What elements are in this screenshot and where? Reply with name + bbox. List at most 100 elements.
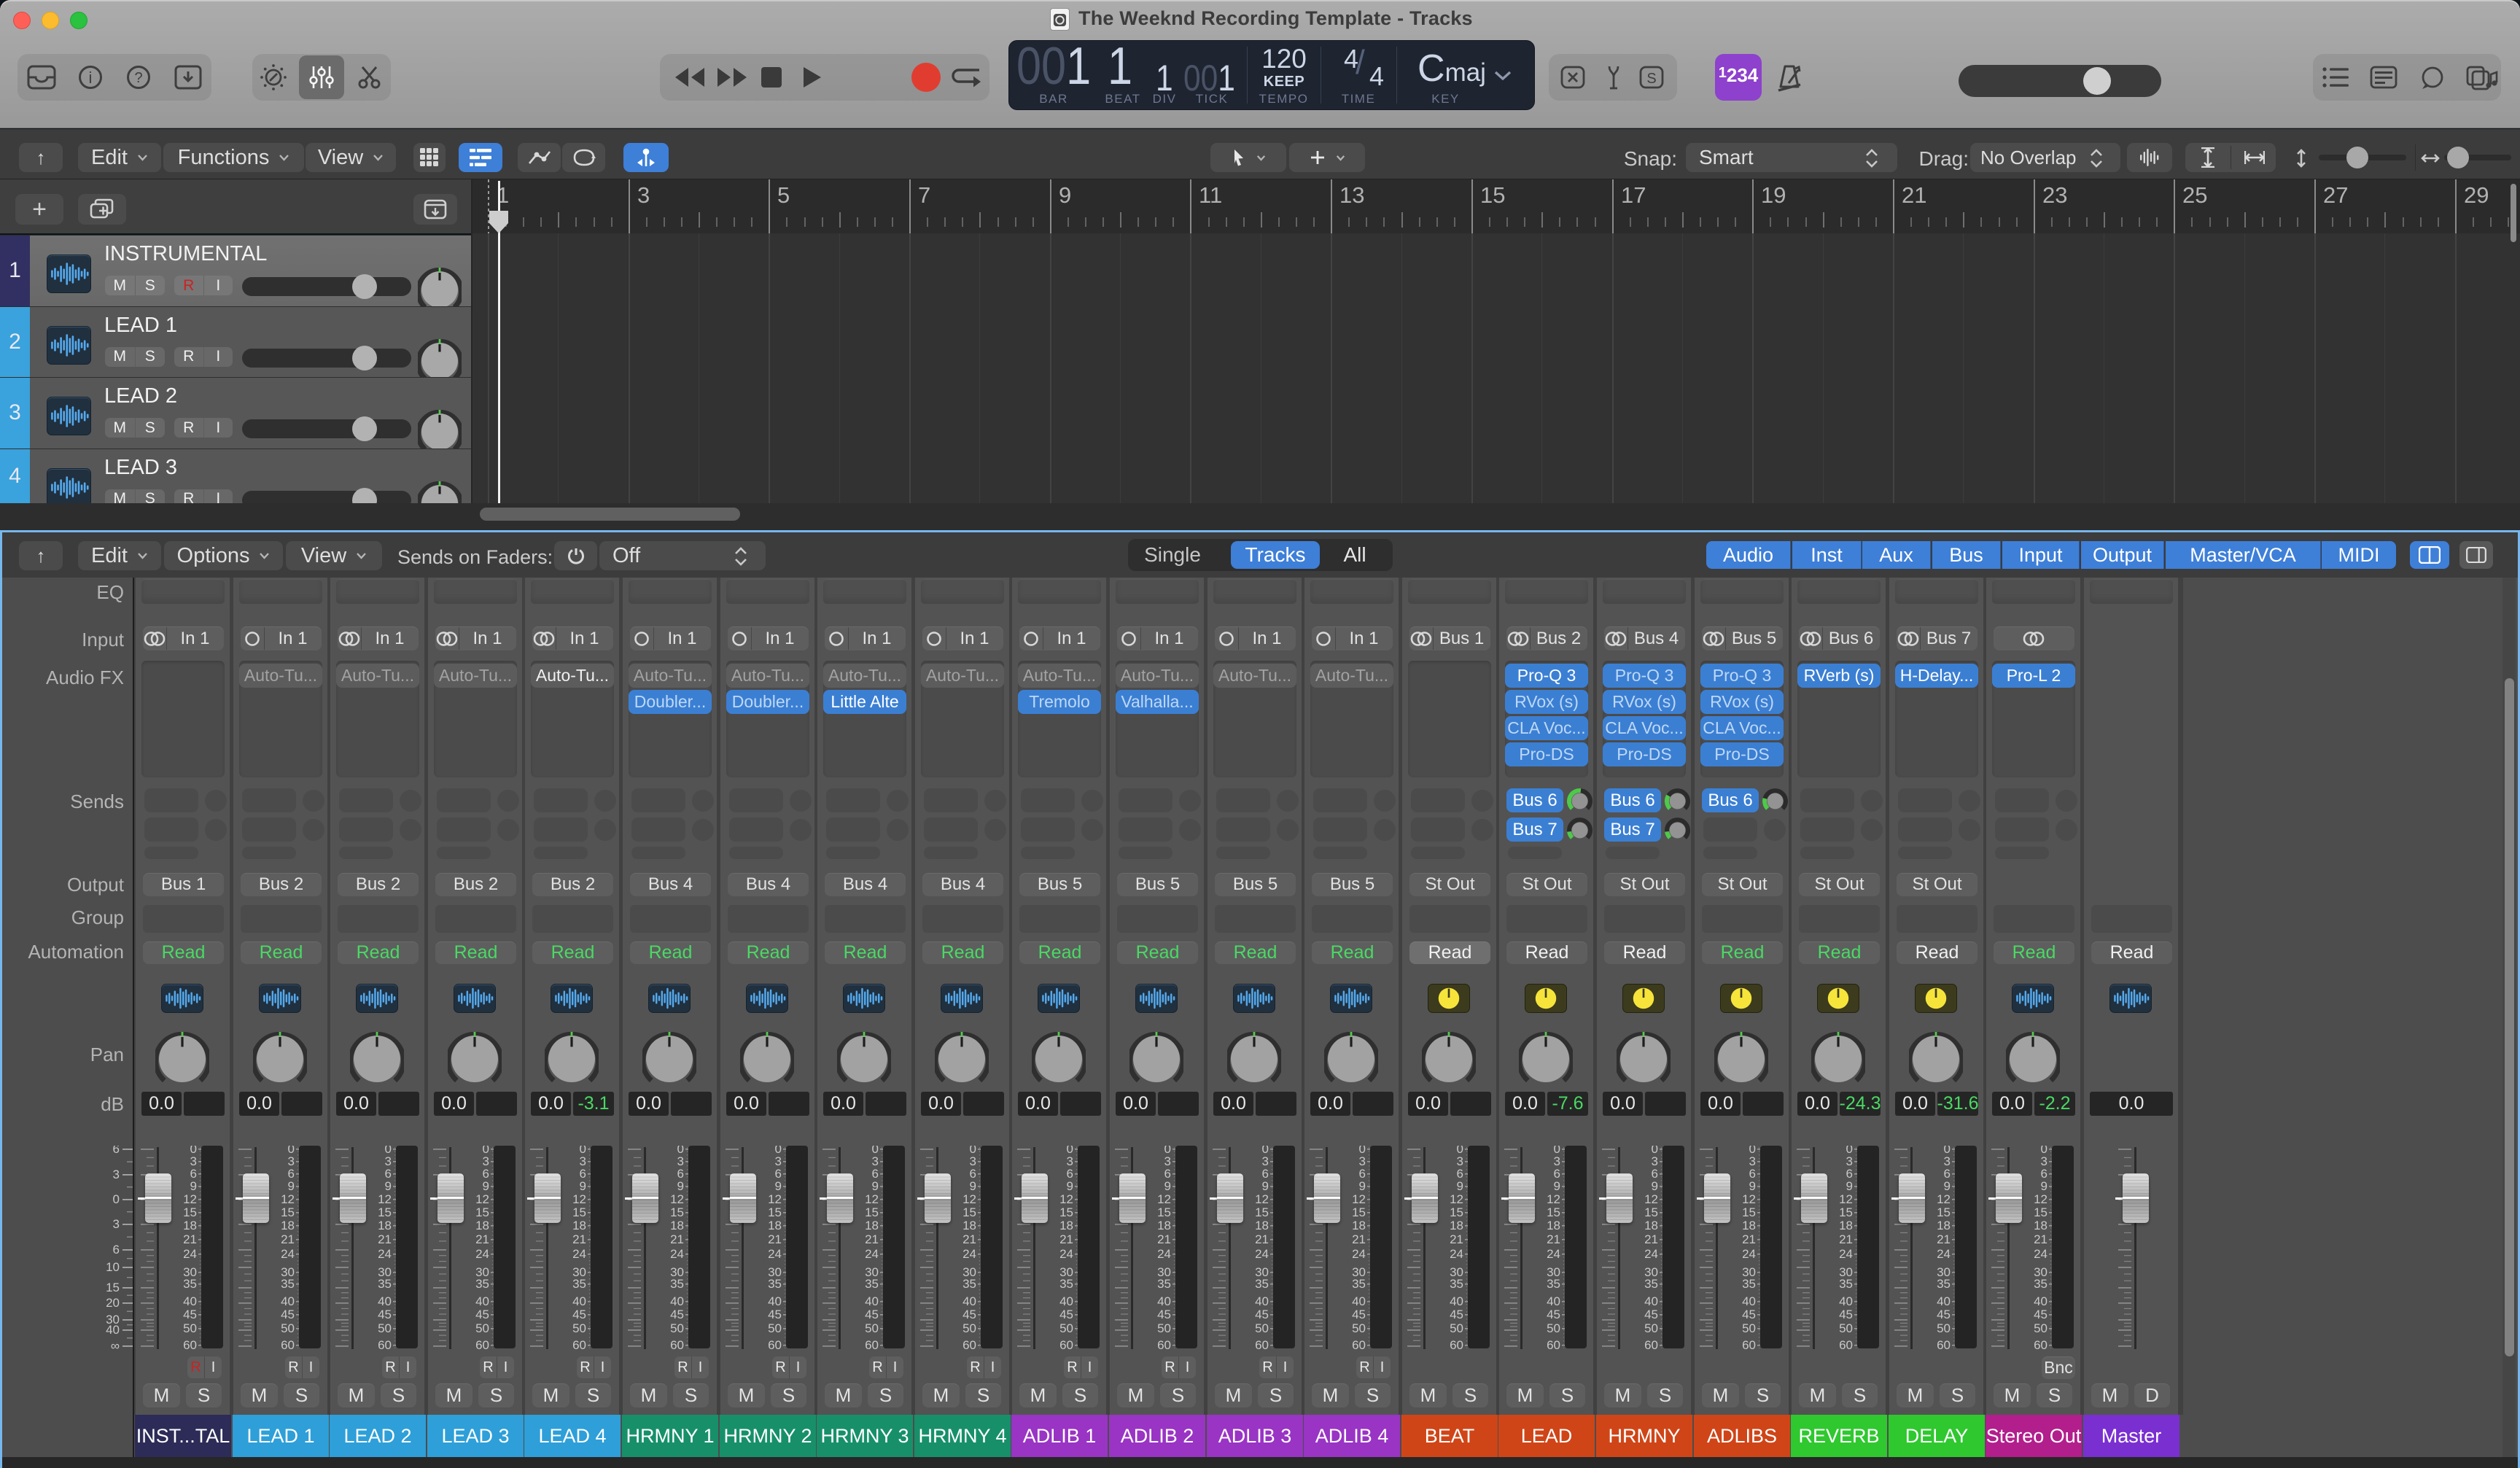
svg-text:24: 24 [1742,1247,1756,1261]
svg-text:40: 40 [572,1294,586,1308]
svg-text:60: 60 [1937,1338,1951,1352]
svg-text:45: 45 [670,1308,684,1321]
svg-text:15: 15 [1937,1205,1951,1219]
svg-text:21: 21 [1547,1232,1560,1246]
svg-text:9: 9 [1846,1179,1853,1193]
svg-text:35: 35 [1644,1277,1658,1291]
svg-text:50: 50 [378,1321,392,1335]
svg-text:24: 24 [183,1247,197,1261]
svg-text:45: 45 [183,1308,197,1321]
svg-text:21: 21 [865,1232,879,1246]
svg-text:21: 21 [1157,1232,1171,1246]
svg-text:9: 9 [1164,1179,1171,1193]
svg-text:9: 9 [1944,1179,1951,1193]
svg-text:24: 24 [378,1247,392,1261]
svg-text:21: 21 [281,1232,295,1246]
svg-text:50: 50 [962,1321,976,1335]
svg-text:35: 35 [475,1277,489,1291]
svg-text:12: 12 [1352,1192,1366,1206]
svg-text:15: 15 [670,1205,684,1219]
svg-text:45: 45 [1157,1308,1171,1321]
svg-text:40: 40 [1742,1294,1756,1308]
svg-text:35: 35 [1937,1277,1951,1291]
svg-text:60: 60 [1644,1338,1658,1352]
svg-text:12: 12 [281,1192,295,1206]
svg-text:9: 9 [190,1179,197,1193]
svg-text:24: 24 [1937,1247,1951,1261]
svg-text:6: 6 [113,1146,120,1156]
svg-text:3: 3 [113,1168,120,1181]
svg-text:40: 40 [475,1294,489,1308]
svg-text:18: 18 [768,1219,782,1232]
svg-text:21: 21 [1352,1232,1366,1246]
svg-text:35: 35 [1742,1277,1756,1291]
svg-text:12: 12 [572,1192,586,1206]
svg-text:10: 10 [106,1260,120,1274]
svg-text:50: 50 [1839,1321,1853,1335]
svg-text:50: 50 [1547,1321,1560,1335]
svg-text:i: i [89,69,93,87]
svg-text:18: 18 [1450,1219,1463,1232]
svg-text:40: 40 [1255,1294,1269,1308]
svg-text:15: 15 [768,1205,782,1219]
svg-text:18: 18 [572,1219,586,1232]
svg-text:15: 15 [106,1281,120,1294]
svg-text:45: 45 [962,1308,976,1321]
svg-text:18: 18 [1547,1219,1560,1232]
svg-text:60: 60 [281,1338,295,1352]
svg-text:21: 21 [1644,1232,1658,1246]
svg-text:60: 60 [1157,1338,1171,1352]
svg-text:24: 24 [475,1247,489,1261]
svg-text:15: 15 [281,1205,295,1219]
svg-text:12: 12 [1937,1192,1951,1206]
svg-text:9: 9 [580,1179,586,1193]
svg-text:40: 40 [768,1294,782,1308]
svg-text:18: 18 [1255,1219,1269,1232]
svg-text:15: 15 [183,1205,197,1219]
svg-text:35: 35 [670,1277,684,1291]
svg-text:40: 40 [865,1294,879,1308]
svg-text:50: 50 [1157,1321,1171,1335]
svg-text:15: 15 [1059,1205,1073,1219]
svg-text:?: ? [134,70,142,86]
svg-text:45: 45 [865,1308,879,1321]
svg-text:45: 45 [572,1308,586,1321]
svg-text:40: 40 [106,1323,120,1337]
svg-text:50: 50 [768,1321,782,1335]
svg-text:24: 24 [1352,1247,1366,1261]
svg-text:45: 45 [281,1308,295,1321]
svg-text:60: 60 [1839,1338,1853,1352]
svg-text:40: 40 [281,1294,295,1308]
svg-text:21: 21 [962,1232,976,1246]
svg-text:40: 40 [1937,1294,1951,1308]
svg-text:15: 15 [1839,1205,1853,1219]
svg-text:12: 12 [183,1192,197,1206]
svg-text:60: 60 [1255,1338,1269,1352]
svg-text:0: 0 [113,1192,120,1206]
svg-text:45: 45 [1644,1308,1658,1321]
svg-text:12: 12 [1742,1192,1756,1206]
svg-text:15: 15 [572,1205,586,1219]
svg-text:45: 45 [1742,1308,1756,1321]
svg-text:45: 45 [1839,1308,1853,1321]
svg-text:9: 9 [1554,1179,1560,1193]
svg-text:18: 18 [1742,1219,1756,1232]
svg-text:21: 21 [183,1232,197,1246]
svg-text:24: 24 [1644,1247,1658,1261]
svg-text:12: 12 [962,1192,976,1206]
svg-text:35: 35 [183,1277,197,1291]
svg-text:50: 50 [1742,1321,1756,1335]
svg-text:35: 35 [281,1277,295,1291]
svg-text:21: 21 [475,1232,489,1246]
svg-text:24: 24 [281,1247,295,1261]
svg-text:45: 45 [768,1308,782,1321]
svg-text:21: 21 [1937,1232,1951,1246]
svg-text:24: 24 [1547,1247,1560,1261]
svg-text:35: 35 [1352,1277,1366,1291]
svg-text:60: 60 [1352,1338,1366,1352]
svg-text:9: 9 [970,1179,976,1193]
svg-text:45: 45 [1937,1308,1951,1321]
svg-text:60: 60 [2034,1338,2048,1352]
svg-text:18: 18 [2034,1219,2048,1232]
svg-text:21: 21 [768,1232,782,1246]
